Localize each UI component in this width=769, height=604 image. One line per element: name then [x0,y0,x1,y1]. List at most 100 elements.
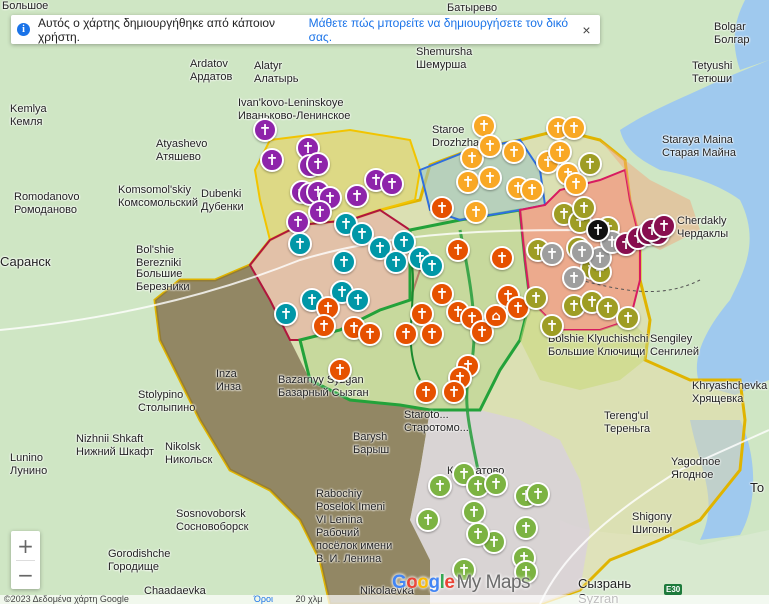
cross-icon: ✝ [265,150,279,169]
cross-icon: ✝ [621,308,635,327]
cross-icon: ✝ [337,252,351,271]
zoom-control: + − [11,531,40,589]
map-marker[interactable]: ✝ [548,140,572,164]
cross-icon: ✝ [483,136,497,155]
map-marker[interactable]: ✝ [312,314,336,338]
cross-icon: ✝ [483,168,497,187]
cross-icon: ✝ [469,202,483,221]
map-marker[interactable]: ✝ [490,246,514,270]
map-marker[interactable]: ✝ [420,254,444,278]
cross-icon: ✝ [317,316,331,335]
map-marker[interactable]: ✝ [520,178,544,202]
map-marker[interactable]: ✝ [345,184,369,208]
cross-icon: ✝ [577,198,591,217]
road-badge: E30 [664,584,683,595]
cross-icon: ✝ [389,252,403,271]
map-marker[interactable]: ✝ [562,266,586,290]
map-marker[interactable]: ✝ [416,508,440,532]
cross-icon: ✝ [495,248,509,267]
map-canvas[interactable]: Большое Батырево Shemursha Шемурша Bolgar… [0,0,769,604]
cross-icon: ✝ [258,120,272,139]
map-marker[interactable]: ✝ [442,380,466,404]
map-marker[interactable]: ✝ [462,500,486,524]
map-marker[interactable]: ✝ [332,250,356,274]
map-marker[interactable]: ✝ [514,516,538,540]
cross-icon: ✝ [415,304,429,323]
cross-icon: ✝ [489,474,503,493]
map-marker[interactable]: ✝ [358,322,382,346]
cross-icon: ✝ [601,298,615,317]
close-icon[interactable]: × [579,22,594,38]
map-marker[interactable]: ✝ [346,288,370,312]
map-marker[interactable]: ✝ [652,214,676,238]
notice-message: Αυτός ο χάρτης δημιουργήθηκε από κάποιον… [38,15,276,44]
cross-icon: ✝ [419,382,433,401]
map-marker[interactable]: ✝ [446,238,470,262]
map-marker[interactable]: ✝ [288,232,312,256]
map-marker[interactable]: ✝ [524,286,548,310]
cross-icon: ✝ [531,484,545,503]
cross-icon: ✝ [421,510,435,529]
cross-icon: ✝ [373,238,387,257]
map-marker[interactable]: ✝ [456,170,480,194]
map-marker[interactable]: ✝ [420,322,444,346]
map-marker[interactable]: ✝ [464,200,488,224]
cross-icon: ✝ [465,148,479,167]
map-marker[interactable]: ✝ [466,522,490,546]
map-marker[interactable]: ✝ [526,482,550,506]
cross-icon: ✝ [657,216,671,235]
cross-icon: ✝ [567,268,581,287]
learn-more-link[interactable]: Μάθετε πώς μπορείτε να δημιουργήσετε τον… [309,16,579,44]
cross-icon: ✝ [279,304,293,323]
cross-icon: ✝ [471,476,485,495]
map-marker[interactable]: ✝ [253,118,277,142]
home-marker[interactable]: ⌂ [484,304,508,328]
cross-icon: ✝ [333,360,347,379]
cross-icon: ✝ [351,290,365,309]
cross-icon: ✝ [451,240,465,259]
info-icon: i [17,23,30,36]
map-marker[interactable]: ✝ [502,140,526,164]
map-marker[interactable]: ✝ [616,306,640,330]
zoom-out-button[interactable]: − [11,560,40,589]
map-marker[interactable]: ✝ [572,196,596,220]
map-marker[interactable]: ✝ [274,302,298,326]
cross-icon: ✝ [425,256,439,275]
map-marker[interactable]: ✝ [478,166,502,190]
cross-icon: ✝ [569,174,583,193]
map-marker[interactable]: ✝ [328,358,352,382]
cross-icon: ✝ [529,288,543,307]
map-marker[interactable]: ✝ [260,148,284,172]
terms-link[interactable]: Όροι [254,595,273,604]
cross-icon: ✝ [461,172,475,191]
cross-icon: ✝ [355,224,369,243]
map-marker[interactable]: ✝ [380,172,404,196]
map-marker[interactable]: ✝ [578,152,602,176]
cross-icon: ✝ [291,212,305,231]
map-marker[interactable]: ✝ [428,474,452,498]
map-marker[interactable]: ✝ [562,116,586,140]
map-marker[interactable]: ✝ [308,200,332,224]
map-marker[interactable]: ✝ [286,210,310,234]
map-regions [0,0,769,604]
user-map-notice: i Αυτός ο χάρτης δημιουργήθηκε από κάποι… [11,15,600,44]
cross-icon: ✝ [593,248,607,267]
map-marker[interactable]: ✝ [384,250,408,274]
cross-icon: ✝ [435,198,449,217]
map-marker[interactable]: ✝ [586,218,610,242]
cross-icon: ✝ [293,234,307,253]
map-marker[interactable]: ✝ [394,322,418,346]
map-marker[interactable]: ✝ [570,240,594,264]
zoom-in-button[interactable]: + [11,531,40,560]
map-marker[interactable]: ✝ [478,134,502,158]
cross-icon: ✝ [545,244,559,263]
cross-icon: ✝ [477,116,491,135]
map-marker[interactable]: ✝ [430,196,454,220]
map-marker[interactable]: ✝ [306,152,330,176]
map-marker[interactable]: ✝ [564,172,588,196]
cross-icon: ✝ [511,298,525,317]
map-marker[interactable]: ✝ [540,242,564,266]
map-marker[interactable]: ✝ [484,472,508,496]
map-marker[interactable]: ✝ [540,314,564,338]
map-marker[interactable]: ✝ [414,380,438,404]
